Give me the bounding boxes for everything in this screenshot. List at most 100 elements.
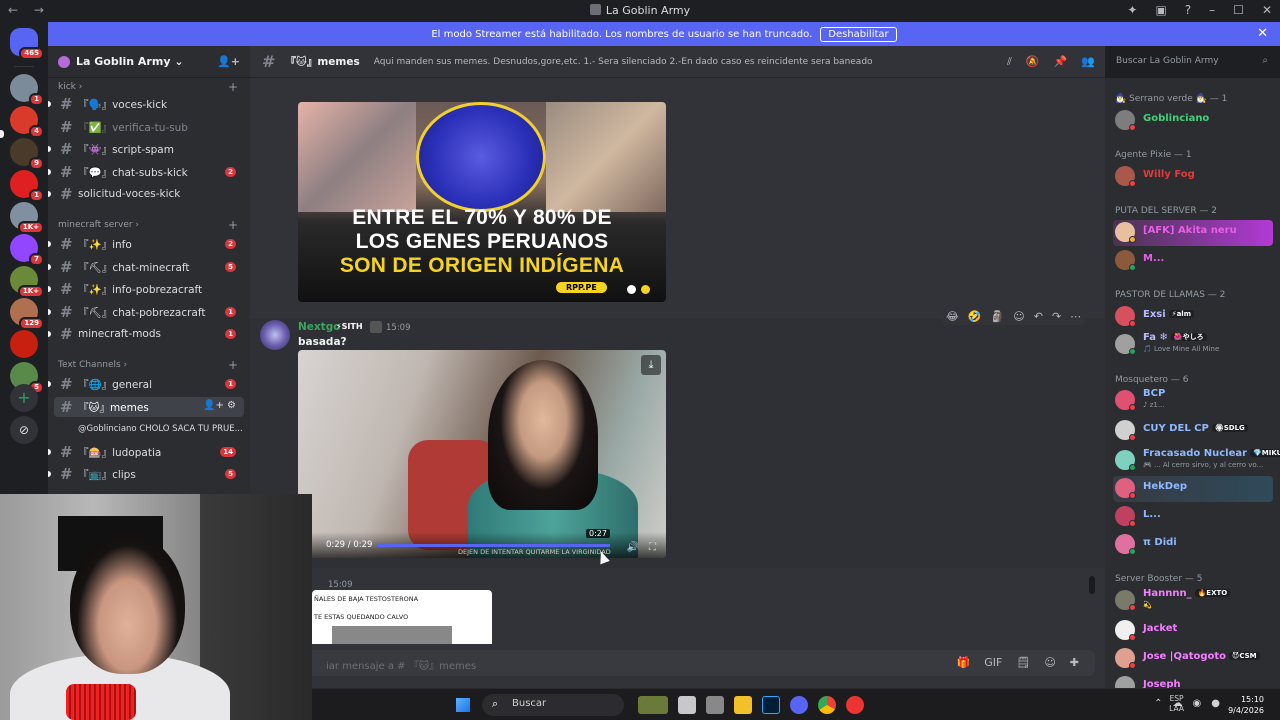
- guild-header[interactable]: La Goblin Army ⌄ 👤+: [48, 46, 250, 78]
- channel-item[interactable]: # 『⛏』chat-minecraft 5: [54, 257, 244, 277]
- reaction-joy-icon[interactable]: 😂: [946, 310, 959, 323]
- chrome-icon[interactable]: [818, 696, 836, 714]
- member-item[interactable]: CUY DEL CP 🏵SDLG: [1113, 418, 1273, 444]
- channel-category[interactable]: Text Channels › +: [58, 358, 238, 372]
- server-icon[interactable]: 7: [10, 234, 44, 266]
- photoshop-icon[interactable]: [762, 696, 780, 714]
- member-item[interactable]: Fa ❄ 🌺やしろ 🎵 Love Mine All Mine: [1113, 332, 1273, 358]
- tray-app-icon[interactable]: ◉: [1193, 698, 1202, 709]
- invite-icon[interactable]: 👤+: [217, 55, 240, 68]
- close-window-button[interactable]: ✕: [1262, 3, 1272, 17]
- inbox-icon[interactable]: ▣: [1155, 3, 1166, 17]
- video-progress-bar[interactable]: [378, 544, 610, 547]
- widget-icon[interactable]: [638, 696, 668, 714]
- member-item[interactable]: [AFK] Akita neru: [1113, 220, 1273, 246]
- channel-item[interactable]: # 『✅』verifica-tu-sub: [54, 117, 244, 137]
- member-item[interactable]: Jose |Qatogoto 😈CSM: [1113, 646, 1273, 672]
- thread-item[interactable]: @Goblinciano CHOLO SACA TU PRUE...: [72, 419, 244, 439]
- server-icon[interactable]: 4: [10, 106, 44, 138]
- gif-icon[interactable]: GIF: [984, 656, 1002, 669]
- channel-item[interactable]: # solicitud-voces-kick: [54, 184, 244, 204]
- server-icon[interactable]: 1: [10, 170, 44, 202]
- server-icon[interactable]: [10, 330, 38, 358]
- member-item[interactable]: Willy Fog: [1113, 164, 1273, 190]
- channel-item[interactable]: # 『📺』clips 5: [54, 464, 244, 484]
- add-server-icon[interactable]: +: [10, 384, 38, 412]
- file-explorer-icon[interactable]: [734, 696, 752, 714]
- taskbar-search[interactable]: ⌕ Buscar: [482, 694, 624, 716]
- help-icon[interactable]: ?: [1185, 3, 1191, 17]
- maximize-button[interactable]: ☐: [1233, 3, 1244, 17]
- avatar[interactable]: [260, 320, 290, 350]
- clock[interactable]: 15:10 9/4/2026: [1228, 694, 1264, 716]
- reaction-rofl-icon[interactable]: 🤣: [968, 310, 982, 323]
- channel-item[interactable]: # 『🌐』general 1: [54, 374, 244, 394]
- channel-item[interactable]: # 『⛏』chat-pobrezacraft 1: [54, 302, 244, 322]
- channel-item[interactable]: # 『👾』script-spam: [54, 139, 244, 159]
- emoji-icon[interactable]: ☺: [1044, 656, 1055, 669]
- server-icon[interactable]: 1K+: [10, 202, 44, 234]
- reply-icon[interactable]: ↶: [1034, 310, 1043, 323]
- channel-category[interactable]: kick › +: [58, 80, 238, 94]
- channel-category[interactable]: minecraft server › +: [58, 218, 238, 232]
- channel-item[interactable]: # 『🗣️』voces-kick: [54, 94, 244, 114]
- search-input[interactable]: Buscar La Goblin Army ⌕: [1110, 52, 1274, 72]
- add-channel-icon[interactable]: +: [228, 218, 238, 232]
- forward-icon[interactable]: ↷: [1052, 310, 1061, 323]
- member-item[interactable]: HekDep: [1113, 476, 1273, 502]
- scrollbar[interactable]: [1089, 576, 1095, 594]
- member-item[interactable]: Exsi ⚡alm: [1113, 304, 1273, 330]
- tray-app-icon[interactable]: ●: [1211, 698, 1220, 709]
- start-button[interactable]: [456, 698, 470, 712]
- download-icon[interactable]: ⤓: [641, 355, 661, 375]
- tray-expand-icon[interactable]: ⌃: [1154, 698, 1162, 709]
- fullscreen-icon[interactable]: ⛶: [649, 542, 656, 553]
- channel-topic[interactable]: Aqui manden sus memes. Desnudos,gore,etc…: [374, 57, 873, 67]
- minimize-button[interactable]: –: [1209, 3, 1215, 17]
- language-indicator[interactable]: ESP LAA: [1169, 694, 1184, 714]
- gift-icon[interactable]: 🎁: [957, 656, 971, 669]
- sticker-icon[interactable]: 🗒: [1016, 656, 1030, 669]
- add-channel-icon[interactable]: +: [228, 358, 238, 372]
- channel-item[interactable]: # 『🐱』memes 👤+ ⚙: [54, 397, 244, 417]
- channel-item[interactable]: # 『✨』info-pobrezacraft: [54, 279, 244, 299]
- server-icon[interactable]: 1K+: [10, 266, 44, 298]
- pin-icon[interactable]: 📌: [1054, 55, 1068, 69]
- discover-icon[interactable]: ⊘: [10, 416, 38, 444]
- disable-streamer-button[interactable]: Deshabilitar: [820, 26, 897, 42]
- message-list[interactable]: ENTRE EL 70% Y 80% DE LOS GENES PERUANOS…: [250, 78, 1105, 644]
- message-input[interactable]: iar mensaje a # 『🐱』memes 🎁 GIF 🗒 ☺ ✚: [266, 650, 1095, 676]
- nitro-icon[interactable]: ✦: [1127, 3, 1137, 17]
- member-list-icon[interactable]: 👥: [1081, 55, 1095, 69]
- member-item[interactable]: Fracasado Nuclear 💎MIKU 🎮 ... Al cerro sir…: [1113, 448, 1280, 474]
- member-item[interactable]: BCP ♪ z1...: [1113, 388, 1273, 414]
- app-icon[interactable]: [846, 696, 864, 714]
- threads-icon[interactable]: ⫽: [1007, 55, 1012, 69]
- server-icon[interactable]: 129: [10, 298, 44, 330]
- channel-item[interactable]: # 『✨』info 2: [54, 234, 244, 254]
- video-attachment[interactable]: ⤓ DEJEN DE INTENTAR QUITARME LA VIRGINID…: [298, 350, 666, 558]
- meme-image-attachment[interactable]: ENTRE EL 70% Y 80% DE LOS GENES PERUANOS…: [298, 102, 666, 302]
- message-author[interactable]: Nextgo: [298, 321, 340, 333]
- server-icon[interactable]: 1: [10, 74, 44, 106]
- close-icon[interactable]: ✕: [1257, 26, 1268, 41]
- member-item[interactable]: Jacket: [1113, 618, 1273, 644]
- app-icon[interactable]: [706, 696, 724, 714]
- image-attachment[interactable]: ÑALES DE BAJA TESTOSTERONA TE ESTAS QUED…: [312, 590, 492, 644]
- discord-icon[interactable]: [790, 696, 808, 714]
- reaction-moai-icon[interactable]: 🗿: [991, 310, 1005, 323]
- member-item[interactable]: Goblinciano: [1113, 108, 1273, 134]
- more-icon[interactable]: ⋯: [1070, 310, 1081, 323]
- volume-icon[interactable]: 🔊: [627, 542, 639, 553]
- add-channel-icon[interactable]: +: [228, 80, 238, 94]
- member-item[interactable]: π Didi: [1113, 532, 1273, 558]
- add-reaction-icon[interactable]: ☺: [1013, 310, 1024, 323]
- direct-messages-button[interactable]: 465: [10, 28, 44, 60]
- channel-item[interactable]: # 『🎰』ludopatia 14: [54, 442, 244, 462]
- apps-icon[interactable]: ✚: [1070, 656, 1079, 669]
- member-item[interactable]: L...: [1113, 504, 1273, 530]
- member-item[interactable]: Hannnn_ 🔥EXTO 💫: [1113, 588, 1273, 614]
- channel-settings-icon[interactable]: 👤+ ⚙: [203, 400, 236, 411]
- channel-item[interactable]: # 『💬』chat-subs-kick 2: [54, 162, 244, 182]
- task-view-icon[interactable]: [678, 696, 696, 714]
